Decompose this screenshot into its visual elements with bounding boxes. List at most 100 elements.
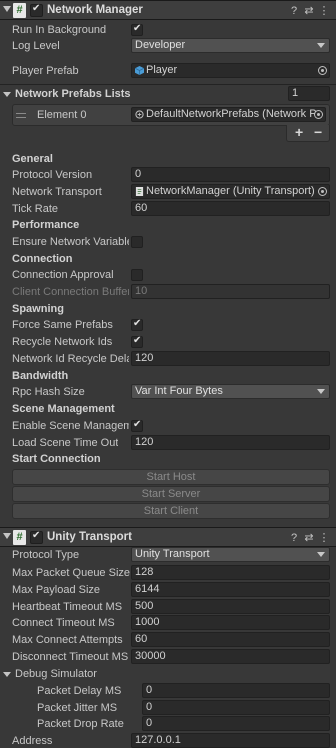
foldout-arrow-icon[interactable] bbox=[3, 671, 11, 677]
performance-heading: Performance bbox=[12, 219, 80, 231]
chevron-down-icon bbox=[317, 389, 325, 394]
chevron-down-icon bbox=[317, 43, 325, 48]
enable-scene-management-label: Enable Scene Manageme bbox=[12, 420, 129, 432]
network-id-recycle-delay-field[interactable]: 120 bbox=[131, 351, 330, 366]
start-host-button[interactable]: Start Host bbox=[12, 469, 330, 485]
network-prefabs-count-field[interactable]: 1 bbox=[288, 86, 330, 101]
object-picker-icon[interactable] bbox=[318, 187, 327, 196]
help-icon[interactable]: ? bbox=[288, 4, 300, 18]
unity-transport-header[interactable]: # Unity Transport ? ⇄ ⋮ bbox=[0, 527, 336, 547]
preset-icon[interactable]: ⇄ bbox=[303, 4, 315, 18]
rpc-hash-size-value: Var Int Four Bytes bbox=[135, 385, 223, 397]
client-connection-buffer-label: Client Connection Buffer bbox=[12, 286, 129, 298]
player-prefab-label: Player Prefab bbox=[12, 65, 79, 77]
log-level-label: Log Level bbox=[12, 40, 60, 52]
rpc-hash-size-label: Rpc Hash Size bbox=[12, 386, 85, 398]
scene-management-heading: Scene Management bbox=[12, 403, 115, 415]
spawning-heading: Spawning bbox=[12, 303, 64, 315]
general-heading: General bbox=[12, 153, 53, 165]
network-prefabs-asset-icon bbox=[135, 110, 144, 119]
packet-jitter-label: Packet Jitter MS bbox=[37, 702, 118, 714]
network-transport-value: NetworkManager (Unity Transport) bbox=[146, 185, 315, 197]
element-0-field[interactable]: DefaultNetworkPrefabs (Network P bbox=[131, 107, 326, 122]
foldout-arrow-icon[interactable] bbox=[3, 533, 11, 539]
player-prefab-field[interactable]: Player bbox=[131, 63, 330, 78]
heartbeat-timeout-field[interactable]: 500 bbox=[131, 599, 330, 614]
max-payload-size-label: Max Payload Size bbox=[12, 584, 101, 596]
foldout-arrow-icon[interactable] bbox=[3, 6, 11, 12]
max-packet-queue-size-label: Max Packet Queue Size bbox=[12, 567, 131, 579]
object-picker-icon[interactable] bbox=[314, 110, 323, 119]
protocol-version-label: Protocol Version bbox=[12, 169, 93, 181]
disconnect-timeout-label: Disconnect Timeout MS bbox=[12, 651, 129, 663]
player-prefab-value: Player bbox=[146, 64, 178, 76]
object-picker-icon[interactable] bbox=[318, 66, 327, 75]
start-server-button[interactable]: Start Server bbox=[12, 486, 330, 502]
start-connection-heading: Start Connection bbox=[12, 453, 101, 465]
more-icon[interactable]: ⋮ bbox=[318, 4, 330, 18]
preset-icon[interactable]: ⇄ bbox=[303, 531, 315, 545]
connection-heading: Connection bbox=[12, 253, 73, 265]
max-payload-size-field[interactable]: 6144 bbox=[131, 582, 330, 597]
protocol-type-label: Protocol Type bbox=[12, 549, 80, 561]
log-level-dropdown[interactable]: Developer bbox=[131, 38, 330, 53]
heartbeat-timeout-label: Heartbeat Timeout MS bbox=[12, 601, 123, 613]
component-enabled-checkbox[interactable] bbox=[30, 3, 43, 17]
max-packet-queue-size-field[interactable]: 128 bbox=[131, 565, 330, 580]
recycle-network-ids-label: Recycle Network Ids bbox=[12, 336, 113, 348]
add-element-button[interactable]: + bbox=[295, 124, 303, 140]
tick-rate-field[interactable]: 60 bbox=[131, 201, 330, 216]
address-field[interactable]: 127.0.0.1 bbox=[131, 733, 330, 748]
bandwidth-heading: Bandwidth bbox=[12, 370, 69, 382]
packet-jitter-field[interactable]: 0 bbox=[142, 700, 330, 715]
connect-timeout-label: Connect Timeout MS bbox=[12, 617, 115, 629]
packet-drop-rate-label: Packet Drop Rate bbox=[37, 718, 124, 730]
recycle-network-ids-checkbox[interactable] bbox=[131, 335, 143, 348]
drag-handle-icon[interactable] bbox=[16, 113, 26, 118]
foldout-arrow-icon[interactable] bbox=[3, 91, 11, 97]
prefab-cube-icon bbox=[135, 66, 144, 75]
connection-approval-label: Connection Approval bbox=[12, 269, 114, 281]
load-scene-time-out-label: Load Scene Time Out bbox=[12, 437, 119, 449]
ensure-network-variable-label: Ensure Network Variable bbox=[12, 236, 129, 248]
packet-delay-label: Packet Delay MS bbox=[37, 685, 122, 697]
enable-scene-management-checkbox[interactable] bbox=[131, 419, 143, 432]
component-title: Unity Transport bbox=[47, 531, 132, 543]
log-level-value: Developer bbox=[135, 39, 186, 51]
script-icon: # bbox=[13, 3, 26, 18]
address-label: Address bbox=[12, 735, 53, 747]
tick-rate-label: Tick Rate bbox=[12, 203, 59, 215]
max-connect-attempts-label: Max Connect Attempts bbox=[12, 634, 123, 646]
element-0-value: DefaultNetworkPrefabs (Network P bbox=[146, 108, 317, 120]
network-manager-header[interactable]: # Network Manager ? ⇄ ⋮ bbox=[0, 0, 336, 20]
protocol-version-field[interactable]: 0 bbox=[131, 167, 330, 182]
debug-simulator-foldout[interactable]: Debug Simulator bbox=[3, 668, 97, 680]
disconnect-timeout-field[interactable]: 30000 bbox=[131, 649, 330, 664]
run-in-background-checkbox[interactable] bbox=[131, 23, 143, 36]
start-client-button[interactable]: Start Client bbox=[12, 503, 330, 519]
force-same-prefabs-checkbox[interactable] bbox=[131, 318, 143, 331]
more-icon[interactable]: ⋮ bbox=[318, 531, 330, 545]
connect-timeout-field[interactable]: 1000 bbox=[131, 615, 330, 630]
load-scene-time-out-field[interactable]: 120 bbox=[131, 435, 330, 450]
network-prefabs-lists-label[interactable]: Network Prefabs Lists bbox=[3, 88, 131, 100]
chevron-down-icon bbox=[317, 552, 325, 557]
packet-drop-rate-field[interactable]: 0 bbox=[142, 716, 330, 731]
ensure-network-variable-checkbox[interactable] bbox=[131, 236, 143, 248]
remove-element-button[interactable]: − bbox=[314, 124, 322, 140]
rpc-hash-size-dropdown[interactable]: Var Int Four Bytes bbox=[131, 384, 330, 399]
max-connect-attempts-field[interactable]: 60 bbox=[131, 632, 330, 647]
element-0-label: Element 0 bbox=[37, 109, 87, 121]
packet-delay-field[interactable]: 0 bbox=[142, 683, 330, 698]
list-footer: + − bbox=[286, 124, 330, 142]
script-asset-icon bbox=[135, 187, 144, 196]
connection-approval-checkbox[interactable] bbox=[131, 269, 143, 281]
component-enabled-checkbox[interactable] bbox=[30, 530, 43, 544]
component-title: Network Manager bbox=[47, 4, 143, 16]
force-same-prefabs-label: Force Same Prefabs bbox=[12, 319, 113, 331]
protocol-type-dropdown[interactable]: Unity Transport bbox=[131, 547, 330, 562]
network-id-recycle-delay-label: Network Id Recycle Dela bbox=[12, 353, 129, 365]
help-icon[interactable]: ? bbox=[288, 531, 300, 545]
network-transport-label: Network Transport bbox=[12, 186, 102, 198]
network-transport-field[interactable]: NetworkManager (Unity Transport) bbox=[131, 184, 330, 199]
